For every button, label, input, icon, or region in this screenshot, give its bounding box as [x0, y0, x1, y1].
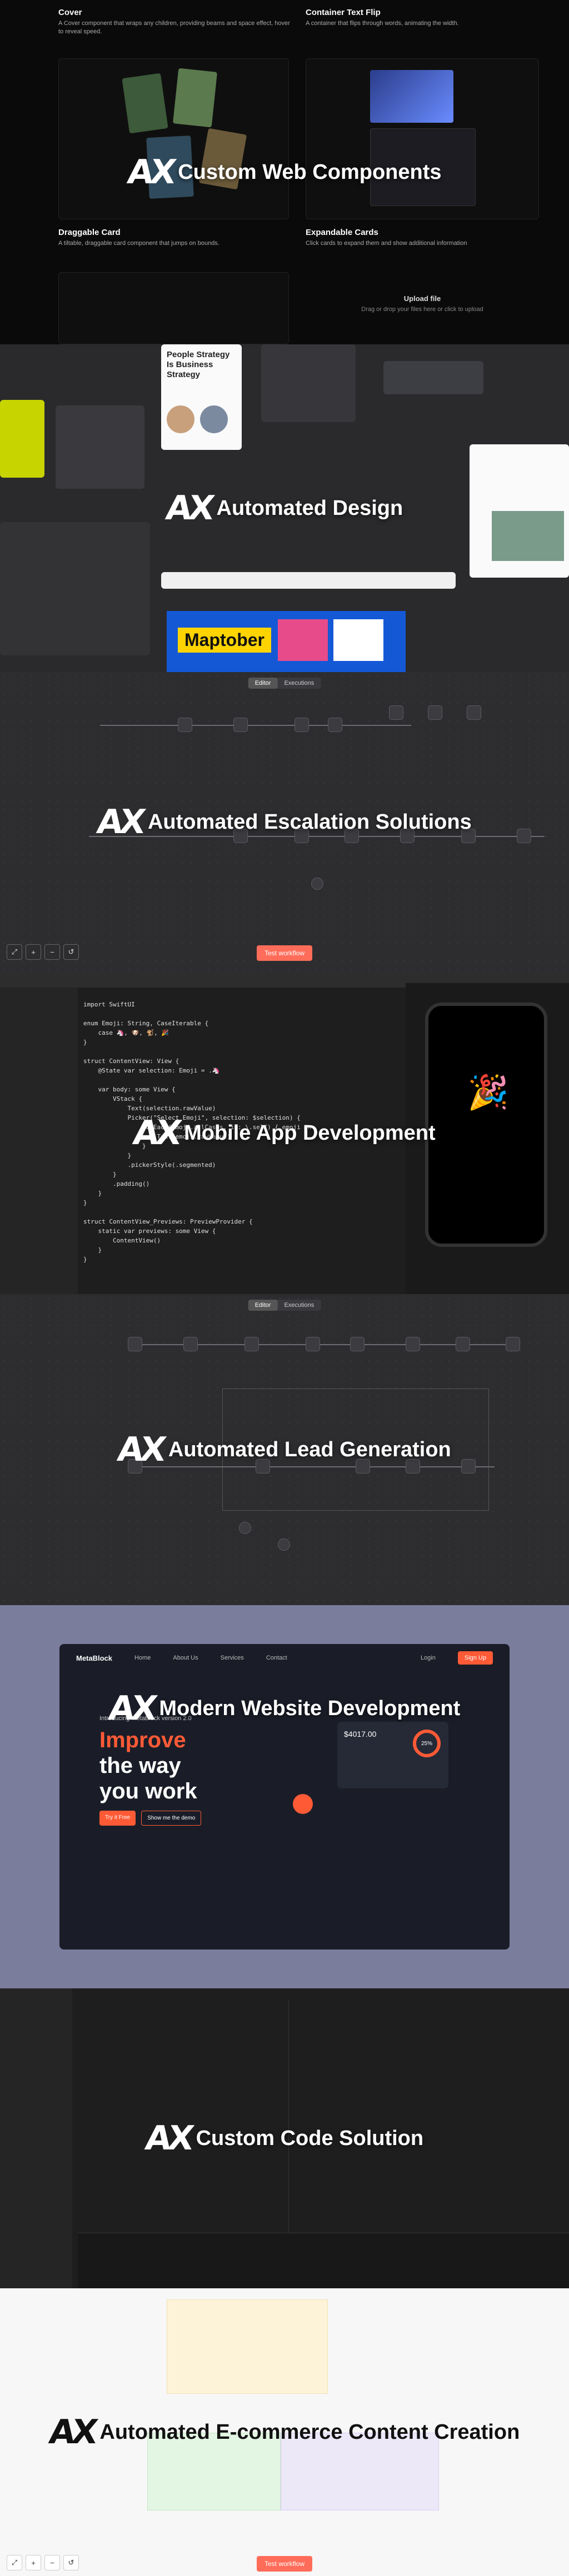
zoom-out-icon[interactable]: − — [44, 2555, 60, 2570]
drag-title: Draggable Card — [58, 228, 121, 237]
ax-logo-icon: AX — [163, 489, 214, 528]
ax-logo-icon: AX — [46, 2413, 97, 2452]
flip-demo — [306, 58, 539, 219]
tab-executions[interactable]: Executions — [277, 678, 321, 689]
drag-demo — [58, 272, 289, 344]
tab-executions[interactable]: Executions — [277, 1300, 321, 1311]
file-navigator — [0, 972, 78, 1294]
maptober-label: Maptober — [178, 628, 271, 653]
play-icon[interactable] — [293, 1794, 313, 1814]
test-workflow-button[interactable]: Test workflow — [256, 945, 313, 961]
nav-home[interactable]: Home — [134, 1655, 151, 1661]
zoom-out-icon[interactable]: − — [44, 944, 60, 960]
section-title-text: Automated Design — [216, 496, 403, 520]
section-custom-web-components: Cover A Cover component that wraps any c… — [0, 0, 569, 344]
progress-ring: 25% — [413, 1730, 441, 1757]
swift-code: import SwiftUI enum Emoji: String, CaseI… — [83, 1001, 312, 1263]
tab-editor[interactable]: Editor — [248, 678, 278, 689]
upload-hint: Drag or drop your files here or click to… — [361, 306, 483, 313]
upload-dropzone[interactable]: Upload file Drag or drop your files here… — [306, 294, 539, 339]
cover-demo — [58, 58, 289, 219]
nav-contact[interactable]: Contact — [266, 1655, 287, 1661]
site-headline: Improve the way you work — [99, 1728, 197, 1803]
people-strategy-card: People Strategy Is Business Strategy — [161, 344, 242, 450]
reset-icon[interactable]: ↺ — [63, 2555, 79, 2570]
drag-card[interactable]: Draggable Card A tiltable, draggable car… — [58, 228, 292, 248]
expand-desc: Click cards to expand them and show addi… — [306, 240, 467, 247]
drag-desc: A tiltable, draggable card component tha… — [58, 240, 219, 247]
upload-title: Upload file — [403, 294, 441, 303]
section-ecommerce: ⤢ + − ↺ Test workflow AX Automated E-com… — [0, 2288, 569, 2576]
nav-about[interactable]: About Us — [173, 1655, 198, 1661]
reset-icon[interactable]: ↺ — [63, 944, 79, 960]
cover-title: Cover — [58, 8, 82, 17]
terminal-panel — [78, 2233, 569, 2288]
website-mockup: MetaBlock Home About Us Services Contact… — [59, 1644, 510, 1949]
section-automated-design: People Strategy Is Business Strategy Map… — [0, 344, 569, 672]
fit-view-icon[interactable]: ⤢ — [7, 2555, 22, 2570]
flip-desc: A container that flips through words, an… — [306, 20, 459, 27]
expand-title: Expandable Cards — [306, 228, 378, 237]
section-mobile-app: import SwiftUI enum Emoji: String, CaseI… — [0, 972, 569, 1294]
test-workflow-button[interactable]: Test workflow — [256, 2556, 313, 2572]
phone-preview: 🎉 — [425, 1003, 547, 1247]
expand-card[interactable]: Expandable Cards Click cards to expand t… — [306, 228, 539, 248]
cover-card[interactable]: Cover A Cover component that wraps any c… — [58, 8, 292, 37]
demo-button[interactable]: Show me the demo — [141, 1811, 202, 1826]
zoom-controls: ⤢ + − ↺ — [7, 944, 79, 960]
fit-view-icon[interactable]: ⤢ — [7, 944, 22, 960]
section-custom-code: AX Custom Code Solution — [0, 1988, 569, 2288]
site-nav: MetaBlock Home About Us Services Contact… — [59, 1644, 510, 1672]
nav-services[interactable]: Services — [221, 1655, 244, 1661]
maptober-banner: Maptober — [167, 611, 406, 672]
login-link[interactable]: Login — [421, 1655, 436, 1661]
cover-desc: A Cover component that wraps any childre… — [58, 20, 290, 36]
section-lead-generation: Editor Executions AX Automated Lead Gene… — [0, 1294, 569, 1605]
flip-title: Container Text Flip — [306, 8, 381, 17]
site-intro: Introducing MetaBlock version 2.0 — [99, 1715, 192, 1722]
explorer-panel — [0, 1988, 72, 2288]
flip-card[interactable]: Container Text Flip A container that fli… — [306, 8, 539, 28]
tab-editor[interactable]: Editor — [248, 1300, 278, 1311]
stat-value: $4017.00 — [344, 1730, 377, 1738]
section-website: MetaBlock Home About Us Services Contact… — [0, 1605, 569, 1988]
workflow-tabs: Editor Executions — [248, 678, 321, 689]
zoom-in-icon[interactable]: + — [26, 2555, 41, 2570]
section-escalation: Editor Executions ⤢ + − ↺ Test workflow … — [0, 672, 569, 972]
site-brand: MetaBlock — [76, 1653, 113, 1662]
signup-button[interactable]: Sign Up — [457, 1651, 493, 1665]
party-emoji-icon: 🎉 — [467, 1074, 509, 1111]
zoom-in-icon[interactable]: + — [26, 944, 41, 960]
try-free-button[interactable]: Try it Free — [99, 1811, 136, 1826]
people-strategy-title: People Strategy Is Business Strategy — [167, 350, 230, 379]
